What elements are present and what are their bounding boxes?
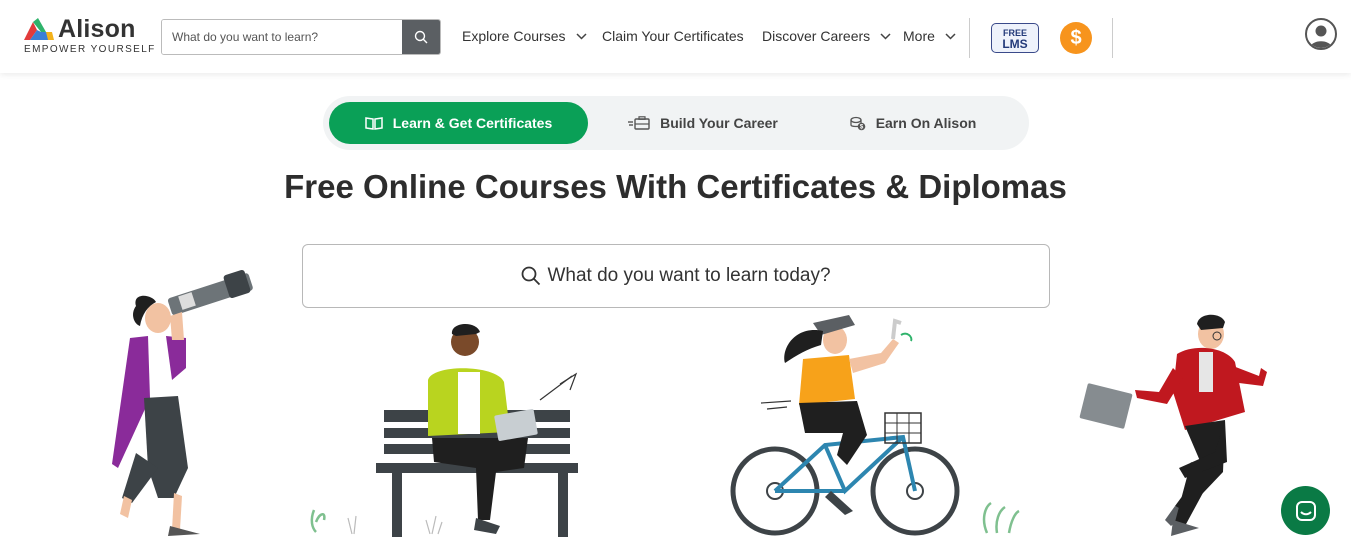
briefcase-icon bbox=[628, 116, 650, 130]
nav-explore-courses[interactable]: Explore Courses bbox=[462, 28, 587, 44]
nav-explore-label: Explore Courses bbox=[462, 28, 566, 44]
lms-badge-line2: LMS bbox=[1002, 37, 1028, 51]
chevron-down-icon bbox=[880, 32, 891, 40]
woman-bicycle-illustration bbox=[730, 315, 1020, 536]
hero-title: Free Online Courses With Certificates & … bbox=[284, 168, 1067, 205]
brand-name: Alison bbox=[58, 15, 136, 43]
chat-icon bbox=[1295, 500, 1316, 521]
chevron-down-icon bbox=[575, 32, 587, 40]
tab-earn-on-alison[interactable]: $ Earn On Alison bbox=[828, 102, 998, 144]
tab-label: Earn On Alison bbox=[875, 115, 977, 131]
nav-claim-label: Claim Your Certificates bbox=[602, 28, 744, 44]
free-lms-badge[interactable]: FREE LMS bbox=[991, 23, 1039, 53]
nav-discover-careers[interactable]: Discover Careers bbox=[762, 28, 891, 44]
tab-label: Build Your Career bbox=[660, 115, 778, 131]
tab-label: Learn & Get Certificates bbox=[392, 115, 553, 131]
nav-divider bbox=[969, 18, 970, 58]
header-search-button[interactable] bbox=[402, 20, 440, 54]
chevron-down-icon bbox=[945, 32, 956, 40]
tab-learn-certificates[interactable]: Learn & Get Certificates bbox=[329, 102, 588, 144]
chat-support-button[interactable] bbox=[1281, 486, 1330, 535]
nav-careers-label: Discover Careers bbox=[762, 28, 871, 44]
alison-logo[interactable]: Alison EMPOWER YOURSELF bbox=[24, 15, 156, 58]
nav-claim-certificates[interactable]: Claim Your Certificates bbox=[602, 28, 744, 44]
brand-tagline: EMPOWER YOURSELF bbox=[24, 44, 156, 55]
woman-telescope-illustration bbox=[112, 269, 253, 536]
coins-icon: $ bbox=[850, 116, 865, 130]
nav-more-label: More bbox=[903, 28, 935, 44]
search-icon bbox=[414, 30, 428, 44]
user-icon bbox=[1310, 25, 1332, 48]
search-icon bbox=[522, 266, 541, 286]
hero-tabs: Learn & Get Certificates Build Your Care… bbox=[323, 96, 1029, 150]
header-search-input[interactable] bbox=[162, 20, 404, 54]
book-icon bbox=[365, 116, 383, 130]
dollar-coin-icon[interactable]: $ bbox=[1060, 22, 1092, 54]
header-search bbox=[161, 19, 441, 55]
tab-build-career[interactable]: Build Your Career bbox=[603, 102, 803, 144]
man-bench-laptop-illustration bbox=[310, 323, 578, 537]
hero-search-input[interactable]: What do you want to learn today? bbox=[302, 244, 1050, 308]
nav-more[interactable]: More bbox=[903, 28, 956, 44]
running-businessman-illustration bbox=[1079, 314, 1267, 536]
alison-logo-mark-icon bbox=[24, 18, 54, 40]
user-avatar[interactable] bbox=[1305, 18, 1337, 50]
site-header: Alison EMPOWER YOURSELF Explore Courses … bbox=[0, 0, 1351, 73]
nav-divider bbox=[1112, 18, 1113, 58]
hero-search-placeholder: What do you want to learn today? bbox=[547, 265, 831, 286]
